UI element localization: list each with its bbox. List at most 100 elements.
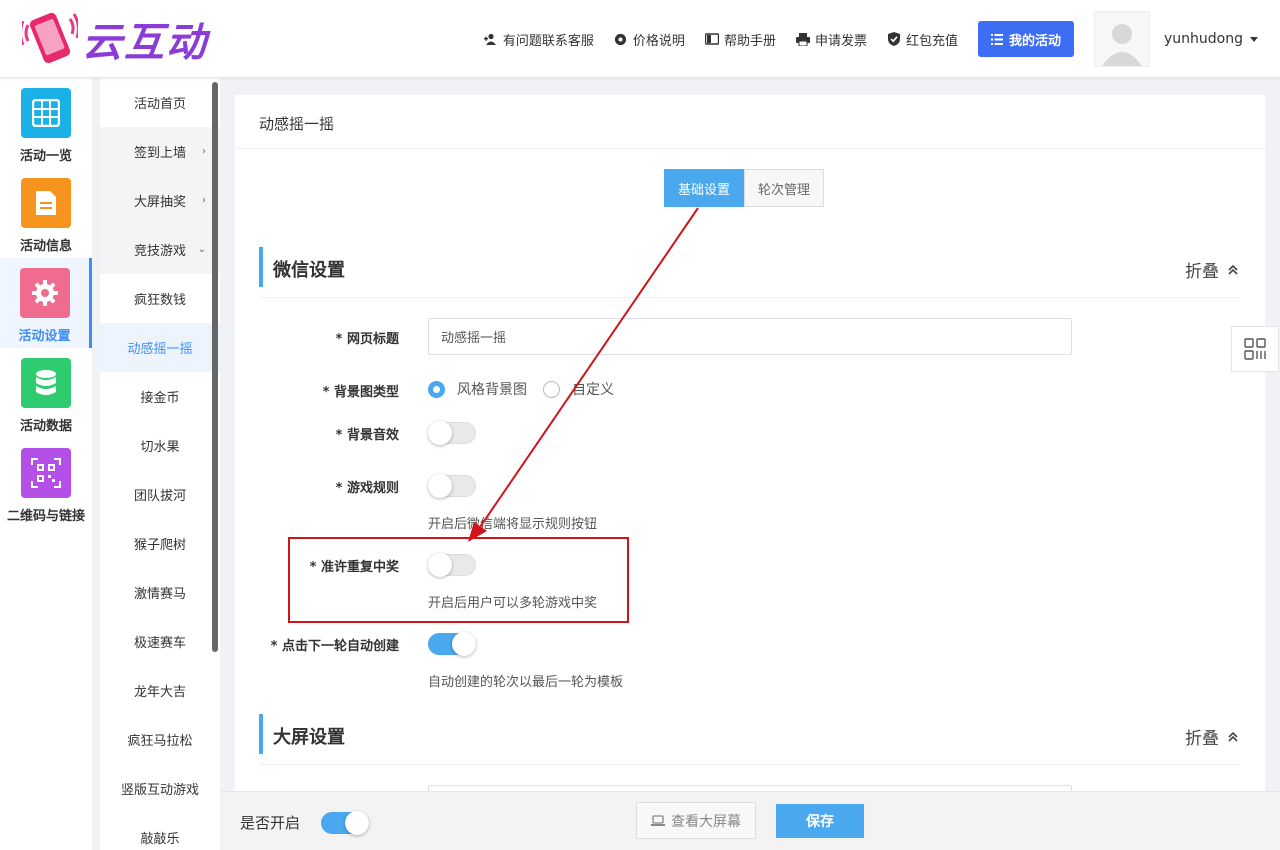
switch-knob bbox=[345, 811, 369, 835]
submenu-item-label: 活动首页 bbox=[133, 97, 186, 112]
submenu-item-count-money[interactable]: 疯狂数钱 bbox=[100, 274, 220, 323]
divider bbox=[259, 297, 1239, 298]
section-title: 微信设置 bbox=[273, 260, 345, 281]
help-manual-link[interactable]: 帮助手册 bbox=[704, 30, 776, 49]
double-chevron-up-icon bbox=[1227, 731, 1239, 743]
wechat-section-header: 微信设置 折叠 bbox=[259, 247, 1239, 287]
divider bbox=[235, 148, 1265, 149]
bg-sound-switch[interactable] bbox=[428, 421, 476, 445]
floating-qrcode-button[interactable] bbox=[1231, 326, 1279, 372]
submenu-item-dragon-year[interactable]: 龙年大吉 bbox=[100, 666, 220, 715]
submenu-item-label: 疯狂数钱 bbox=[133, 293, 186, 308]
auto-next-switch[interactable] bbox=[428, 632, 476, 656]
help-manual-label: 帮助手册 bbox=[723, 33, 776, 49]
submenu-item-label: 接金币 bbox=[140, 391, 180, 406]
sidebar-item-settings[interactable]: 活动设置 bbox=[0, 258, 92, 348]
avatar-placeholder-icon bbox=[1102, 24, 1142, 66]
sidebar-item-overview[interactable]: 活动一览 bbox=[0, 78, 92, 168]
database-icon bbox=[21, 358, 71, 408]
tab-basic-settings[interactable]: 基础设置 bbox=[664, 169, 745, 207]
radio-label: 风格背景图 bbox=[457, 382, 527, 398]
sidebar-item-data[interactable]: 活动数据 bbox=[0, 348, 92, 438]
bottom-action-bar: 是否开启 查看大屏幕 保存 bbox=[220, 791, 1280, 850]
avatar[interactable] bbox=[1094, 11, 1150, 67]
submenu-item-tug-of-war[interactable]: 团队拔河 bbox=[100, 470, 220, 519]
submenu-item-label: 动感摇一摇 bbox=[127, 342, 193, 357]
fold-label: 折叠 bbox=[1185, 729, 1219, 749]
shield-check-icon bbox=[887, 32, 901, 46]
submenu-item-monkey-climb[interactable]: 猴子爬树 bbox=[100, 519, 220, 568]
user-menu[interactable]: yunhudong bbox=[1164, 31, 1264, 47]
document-icon bbox=[21, 178, 71, 228]
submenu-item-games[interactable]: 竞技游戏 ⌄ bbox=[100, 225, 220, 274]
fold-toggle[interactable]: 折叠 bbox=[1185, 724, 1239, 749]
submenu-item-marathon[interactable]: 疯狂马拉松 bbox=[100, 715, 220, 764]
submenu-item-label: 猴子爬树 bbox=[133, 538, 186, 553]
switch-knob bbox=[428, 553, 452, 577]
settings-tabs: 基础设置 轮次管理 bbox=[664, 169, 825, 207]
submenu-item-shake[interactable]: 动感摇一摇 bbox=[100, 323, 220, 372]
view-big-screen-label: 查看大屏幕 bbox=[671, 813, 741, 830]
username: yunhudong bbox=[1164, 31, 1243, 47]
game-rules-label: * 游戏规则 bbox=[335, 481, 399, 496]
submenu-item-label: 签到上墙 bbox=[133, 146, 186, 161]
section-accent-bar bbox=[259, 714, 263, 754]
enable-label: 是否开启 bbox=[240, 814, 301, 832]
sidebar-item-info[interactable]: 活动信息 bbox=[0, 168, 92, 258]
invoice-link[interactable]: 申请发票 bbox=[795, 30, 867, 49]
bg-type-custom-radio[interactable]: 自定义 bbox=[543, 379, 614, 399]
logo-text: 云互动 bbox=[82, 20, 208, 66]
submenu-item-label: 团队拔河 bbox=[133, 489, 186, 504]
enable-switch[interactable] bbox=[321, 811, 369, 835]
radio-label: 自定义 bbox=[572, 382, 614, 398]
repeat-win-switch[interactable] bbox=[428, 553, 476, 577]
redpacket-recharge-link[interactable]: 红包充值 bbox=[887, 30, 958, 49]
switch-knob bbox=[428, 474, 452, 498]
submenu-item-label: 大屏抽奖 bbox=[133, 195, 186, 210]
main-sidebar: 活动一览 活动信息 活动设置 活动数据 二维码与链接 bbox=[0, 78, 92, 850]
submenu-item-label: 疯狂马拉松 bbox=[127, 734, 193, 749]
submenu-item-catch-coins[interactable]: 接金币 bbox=[100, 372, 220, 421]
qrcode-icon bbox=[1244, 338, 1266, 360]
bg-type-style-radio[interactable]: 风格背景图 bbox=[428, 379, 527, 399]
sidebar-item-label: 活动信息 bbox=[19, 239, 72, 254]
repeat-win-hint: 开启后用户可以多轮游戏中奖 bbox=[428, 596, 598, 611]
submenu-item-signin-wall[interactable]: 签到上墙 › bbox=[100, 127, 220, 176]
screen-section-header: 大屏设置 折叠 bbox=[259, 714, 1239, 754]
section-title: 大屏设置 bbox=[273, 727, 345, 748]
submenu-scrollbar[interactable] bbox=[212, 82, 218, 652]
gear-icon bbox=[614, 32, 628, 46]
list-icon bbox=[990, 33, 1003, 45]
submenu-item-vertical-game[interactable]: 竖版互动游戏 bbox=[100, 764, 220, 813]
auto-next-label: * 点击下一轮自动创建 bbox=[270, 639, 399, 654]
contact-support-link[interactable]: 有问题联系客服 bbox=[483, 30, 594, 49]
repeat-win-label: * 准许重复中奖 bbox=[309, 560, 399, 575]
game-rules-switch[interactable] bbox=[428, 474, 476, 498]
submenu-item-fruit[interactable]: 切水果 bbox=[100, 421, 220, 470]
sidebar-item-qrcode[interactable]: 二维码与链接 bbox=[0, 438, 92, 528]
view-big-screen-button[interactable]: 查看大屏幕 bbox=[636, 802, 756, 839]
chevron-right-icon: › bbox=[202, 146, 206, 157]
gear-icon bbox=[19, 268, 70, 318]
pricing-label: 价格说明 bbox=[632, 33, 685, 49]
section-accent-bar bbox=[259, 247, 263, 287]
submenu-item-home[interactable]: 活动首页 bbox=[100, 78, 220, 127]
logo[interactable]: 云互动 bbox=[19, 10, 208, 68]
sidebar-item-label: 活动设置 bbox=[18, 329, 71, 344]
page-title: 动感摇一摇 bbox=[259, 115, 335, 133]
save-button[interactable]: 保存 bbox=[776, 804, 864, 838]
chevron-down-icon: ⌄ bbox=[197, 244, 206, 255]
my-activity-button[interactable]: 我的活动 bbox=[977, 21, 1074, 57]
page-title-input[interactable]: 动感摇一摇 bbox=[428, 318, 1072, 355]
submenu-item-horse-race[interactable]: 激情赛马 bbox=[100, 568, 220, 617]
sidebar-item-label: 活动一览 bbox=[19, 149, 72, 164]
submenu-item-car-race[interactable]: 极速赛车 bbox=[100, 617, 220, 666]
pricing-link[interactable]: 价格说明 bbox=[614, 30, 685, 49]
auto-next-hint: 自动创建的轮次以最后一轮为模板 bbox=[428, 675, 624, 690]
caret-down-icon bbox=[1250, 36, 1258, 42]
phone-logo-icon bbox=[19, 11, 80, 67]
tab-round-management[interactable]: 轮次管理 bbox=[744, 169, 825, 207]
fold-toggle[interactable]: 折叠 bbox=[1185, 257, 1239, 282]
submenu-item-knock[interactable]: 敲敲乐 bbox=[100, 813, 220, 850]
submenu-item-lottery[interactable]: 大屏抽奖 › bbox=[100, 176, 220, 225]
